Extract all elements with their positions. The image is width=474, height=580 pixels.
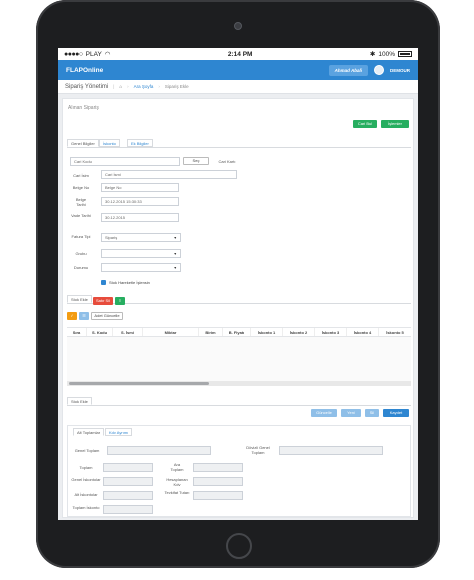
- tab-alt-toplamlar[interactable]: Alt Toplamlar: [73, 428, 105, 436]
- col-sira[interactable]: Sıra: [67, 328, 87, 336]
- grubu-select[interactable]: ▼: [101, 249, 181, 258]
- app-header: FLAPOnline Ahmad Abali DEMOUR: [58, 60, 418, 80]
- bluetooth-icon: ✱: [369, 51, 376, 58]
- belge-no-field[interactable]: Belge No: [101, 183, 179, 192]
- col-s-ismi[interactable]: S. İsmi: [113, 328, 143, 336]
- scroll-thumb[interactable]: [69, 382, 209, 385]
- signal-icon: ●●●●○: [64, 50, 83, 58]
- col-s-kodu[interactable]: S. Kodu: [87, 328, 113, 336]
- battery-percent: 100%: [378, 50, 395, 58]
- breadcrumb-item-0[interactable]: Ara Şoyfa: [134, 84, 154, 89]
- avatar[interactable]: [374, 65, 384, 75]
- genel-iskonto-field: [103, 477, 153, 486]
- tevkifat-field: [193, 491, 243, 500]
- toplam-iskonto-field: [103, 505, 153, 514]
- page-title: Sipariş Yönetimi: [65, 83, 109, 90]
- list-icon[interactable]: ≡: [115, 297, 125, 305]
- dovizli-field: [279, 446, 383, 455]
- toplam-label: Toplam: [79, 465, 93, 470]
- tab-kdv-ayrimi[interactable]: Kdv Ayrımı: [105, 428, 133, 436]
- yeni-button[interactable]: Yeni: [341, 409, 361, 417]
- tab-stok-ekle-bottom[interactable]: Stok Ekle: [67, 397, 92, 405]
- col-b-fiyati[interactable]: B. Fiyatı: [223, 328, 251, 336]
- adet-guncelle-button[interactable]: Adet Güncelle: [91, 312, 123, 320]
- tevkifat-label: Tevkifat Tutarı: [164, 490, 190, 495]
- order-panel: Alınan Sipariş Cari Bul İşlemler Genel B…: [62, 98, 414, 518]
- ara-toplam-label: Ara Toplam: [170, 462, 184, 472]
- tab-ek-bilgiler[interactable]: Ek Bilgiler: [127, 139, 153, 147]
- stock-checkbox[interactable]: [101, 280, 106, 285]
- belge-tarihi-field[interactable]: 30.12.2015 15:30:33: [101, 197, 179, 206]
- sil-button[interactable]: Sil: [365, 409, 379, 417]
- chevron-down-icon: ▼: [173, 252, 177, 256]
- fatura-tipi-label: Fatura Tipi: [71, 234, 91, 239]
- separator: |: [113, 84, 115, 89]
- col-iskonto-1[interactable]: İskonto 1: [251, 328, 283, 336]
- camera-icon: [234, 22, 242, 30]
- wifi-icon: ◠: [104, 51, 111, 58]
- tab-iskonto[interactable]: İskonto: [99, 139, 120, 147]
- col-iskonto-4[interactable]: İskonto 4: [347, 328, 379, 336]
- alt-iskonto-label: Alt İskontolar: [74, 492, 98, 497]
- col-iskonto-5[interactable]: İskonto 5: [379, 328, 411, 336]
- ara-toplam-field: [193, 463, 243, 472]
- menu-icon[interactable]: ☰: [79, 312, 89, 320]
- chevron-down-icon: ▼: [173, 236, 177, 240]
- col-birim[interactable]: Birim: [199, 328, 223, 336]
- cari-karti-label[interactable]: Cari Kartı: [213, 159, 241, 164]
- status-bar: ●●●●○ PLAY ◠ 2:14 PM ✱ 100%: [58, 48, 418, 60]
- delete-row-button[interactable]: Satır Sil: [93, 297, 113, 305]
- kaydet-button[interactable]: Kaydet: [383, 409, 409, 417]
- breadcrumb: Sipariş Yönetimi | ⌂ › Ara Şoyfa › Sipar…: [58, 80, 418, 94]
- belge-no-label: Belge No: [72, 185, 90, 190]
- home-icon[interactable]: ⌂: [119, 84, 122, 89]
- cari-isim-field[interactable]: Cari İsmi: [101, 170, 237, 179]
- hesaplanan-kdv-field: [193, 477, 243, 486]
- home-button[interactable]: [226, 533, 252, 559]
- user-name[interactable]: DEMOUR: [390, 68, 410, 73]
- carrier: PLAY: [85, 50, 102, 58]
- col-miktar[interactable]: Miktar: [143, 328, 199, 336]
- stock-checkbox-label: Stok Hareketle İşlensin: [109, 280, 150, 285]
- check-icon[interactable]: ✓: [67, 312, 77, 320]
- user-pill[interactable]: Ahmad Abali: [328, 64, 368, 76]
- grid-header: Sıra S. Kodu S. İsmi Miktar Birim B. Fiy…: [67, 327, 411, 337]
- vade-tarihi-label: Vade Tarihi: [71, 213, 91, 218]
- guncelle-button[interactable]: Güncelle: [311, 409, 337, 417]
- hesaplanan-kdv-label: Hesaplanan Kdv: [166, 477, 188, 487]
- grid-body: [67, 337, 411, 381]
- tab-stok-ekle[interactable]: Stok Ekle: [67, 295, 92, 303]
- cari-isim-label: Cari İsim: [73, 173, 89, 178]
- cari-bul-button[interactable]: Cari Bul: [353, 120, 377, 128]
- battery-icon: [397, 51, 412, 57]
- durumu-label: Durumu: [73, 265, 89, 270]
- fatura-tipi-value: Sipariş: [105, 235, 118, 240]
- fatura-tipi-select[interactable]: Sipariş ▼: [101, 233, 181, 242]
- vade-tarihi-field[interactable]: 30.12.2015: [101, 213, 179, 222]
- genel-toplam-label: Genel Toplam: [74, 448, 100, 453]
- chevron-down-icon: ▼: [173, 266, 177, 270]
- sec-button[interactable]: Seç: [183, 157, 209, 165]
- toplam-field: [103, 463, 153, 472]
- toplam-iskonto-label: Toplam İskonto: [72, 505, 100, 510]
- islemler-button[interactable]: İşlemler: [381, 120, 409, 128]
- brand-logo[interactable]: FLAPOnline: [66, 67, 103, 74]
- tablet-frame: ●●●●○ PLAY ◠ 2:14 PM ✱ 100% FLAPOnline A…: [36, 0, 440, 568]
- section-title: Alınan Sipariş: [68, 105, 99, 111]
- screen: ●●●●○ PLAY ◠ 2:14 PM ✱ 100% FLAPOnline A…: [58, 48, 418, 520]
- genel-iskonto-label: Genel İskontolar: [71, 477, 101, 482]
- col-iskonto-2[interactable]: İskonto 2: [283, 328, 315, 336]
- tab-genel[interactable]: Genel Bilgiler: [67, 139, 99, 147]
- belge-tarihi-label: Belge Tarihi: [75, 197, 87, 207]
- dovizli-label: Dövizli Genel Toplam: [246, 445, 270, 455]
- grid-scrollbar[interactable]: [67, 381, 411, 386]
- alt-iskonto-field: [103, 491, 153, 500]
- grubu-label: Grubu: [75, 251, 87, 256]
- clock: 2:14 PM: [227, 50, 253, 58]
- breadcrumb-item-1: Sipariş Ekle: [164, 84, 189, 89]
- cari-kodu-input[interactable]: Cari Kodu: [70, 157, 180, 166]
- durumu-select[interactable]: ▼: [101, 263, 181, 272]
- col-iskonto-3[interactable]: İskonto 3: [315, 328, 347, 336]
- genel-toplam-field: [107, 446, 211, 455]
